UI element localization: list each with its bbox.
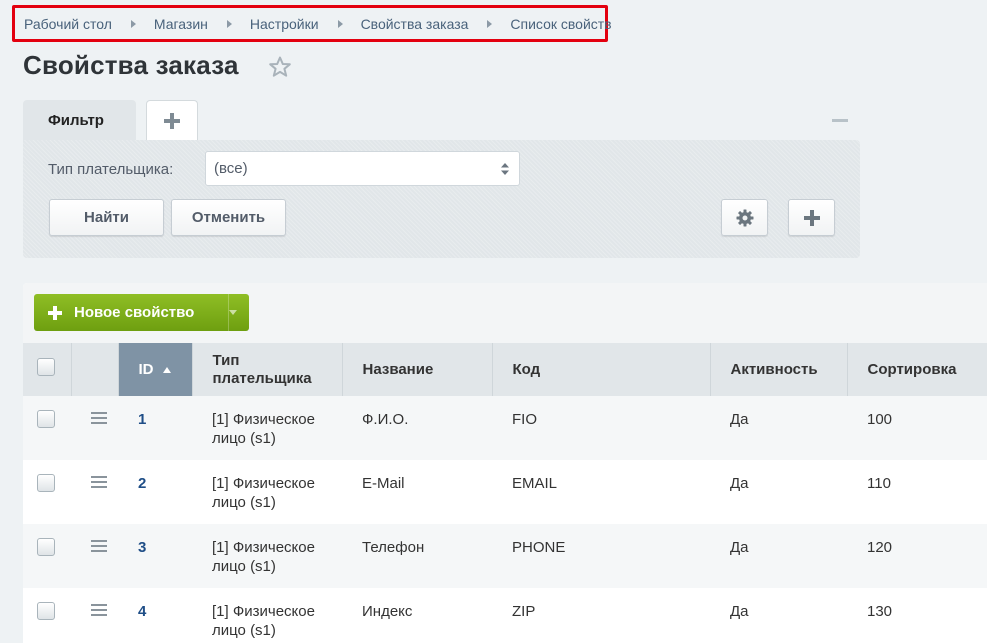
filter-panel: Тип плательщика: (все) Найти Отменить: [23, 140, 860, 258]
sort-ascending-icon: [162, 366, 171, 373]
column-header-code[interactable]: Код: [492, 343, 711, 396]
row-payer-type: [1] Физическое: [212, 539, 315, 556]
row-payer-type: лицо (s1): [212, 558, 276, 575]
select-arrows-icon: [501, 163, 509, 175]
row-name: E-Mail: [362, 475, 405, 492]
payer-type-select[interactable]: (все): [205, 151, 520, 186]
star-icon[interactable]: [268, 55, 292, 79]
row-payer-type: [1] Физическое: [212, 603, 315, 620]
breadcrumb-separator-icon: [130, 19, 136, 28]
row-payer-type: лицо (s1): [212, 494, 276, 511]
row-payer-type: [1] Физическое: [212, 475, 315, 492]
row-menu-icon[interactable]: [91, 540, 107, 552]
table-row[interactable]: 1 [1] Физическое лицо (s1) Ф.И.О. FIO Да …: [23, 396, 987, 460]
row-code: ZIP: [512, 603, 536, 620]
payer-type-label: Тип плательщика:: [48, 161, 174, 178]
table-row[interactable]: 3 [1] Физическое лицо (s1) Телефон PHONE …: [23, 524, 987, 588]
select-all-checkbox[interactable]: [37, 358, 55, 376]
column-header-payer-type[interactable]: Тип плательщика: [192, 343, 343, 396]
row-id-link[interactable]: 4: [138, 603, 146, 620]
row-checkbox[interactable]: [37, 538, 55, 556]
cancel-button[interactable]: Отменить: [171, 199, 286, 236]
payer-type-value: (все): [214, 160, 248, 177]
properties-table: ID Тип плательщика Название Код Активност…: [23, 343, 987, 643]
row-active: Да: [730, 411, 749, 428]
row-id-link[interactable]: 2: [138, 475, 146, 492]
row-sort: 130: [867, 603, 893, 620]
menu-column-header: [71, 343, 119, 396]
add-filter-field-button[interactable]: [788, 199, 835, 236]
plus-icon: [164, 112, 180, 129]
new-property-label: Новое свойство: [74, 304, 195, 321]
filter-settings-button[interactable]: [721, 199, 768, 236]
filter-tab[interactable]: Фильтр: [23, 100, 136, 141]
chevron-down-icon[interactable]: [229, 310, 237, 315]
row-name: Телефон: [362, 539, 425, 556]
minimize-icon[interactable]: [832, 119, 848, 122]
column-header-active[interactable]: Активность: [710, 343, 848, 396]
row-menu-icon[interactable]: [91, 476, 107, 488]
row-code: EMAIL: [512, 475, 558, 492]
row-checkbox[interactable]: [37, 474, 55, 492]
row-active: Да: [730, 539, 749, 556]
gear-icon: [736, 209, 753, 226]
row-active: Да: [730, 603, 749, 620]
row-payer-type: [1] Физическое: [212, 411, 315, 428]
row-menu-icon[interactable]: [91, 604, 107, 616]
find-button[interactable]: Найти: [49, 199, 164, 236]
breadcrumb-property-list[interactable]: Список свойств: [510, 16, 611, 32]
breadcrumb-separator-icon: [337, 19, 343, 28]
row-code: PHONE: [512, 539, 566, 556]
row-name: Ф.И.О.: [362, 411, 409, 428]
column-header-name[interactable]: Название: [342, 343, 493, 396]
select-all-header: [23, 343, 72, 396]
breadcrumb-desktop[interactable]: Рабочий стол: [24, 16, 112, 32]
add-filter-tab-button[interactable]: [146, 100, 198, 140]
breadcrumb-shop[interactable]: Магазин: [154, 16, 208, 32]
row-sort: 110: [867, 475, 891, 492]
row-id-link[interactable]: 3: [138, 539, 146, 556]
row-checkbox[interactable]: [37, 602, 55, 620]
row-code: FIO: [512, 411, 537, 428]
breadcrumb-separator-icon: [226, 19, 232, 28]
plus-icon: [48, 305, 62, 320]
row-payer-type: лицо (s1): [212, 622, 276, 639]
breadcrumb-settings[interactable]: Настройки: [250, 16, 319, 32]
plus-icon: [803, 209, 820, 226]
row-checkbox[interactable]: [37, 410, 55, 428]
row-name: Индекс: [362, 603, 413, 620]
breadcrumb: Рабочий стол Магазин Настройки Свойства …: [12, 5, 612, 42]
properties-grid: Новое свойство ID Тип плательщика Названи…: [23, 283, 987, 643]
column-header-id[interactable]: ID: [118, 343, 193, 396]
breadcrumb-separator-icon: [487, 19, 493, 28]
page-title: Свойства заказа: [23, 50, 239, 80]
grid-toolbar: Новое свойство: [23, 283, 987, 343]
column-header-sort[interactable]: Сортировка: [847, 343, 987, 396]
row-menu-icon[interactable]: [91, 412, 107, 424]
breadcrumb-order-properties[interactable]: Свойства заказа: [361, 16, 469, 32]
row-sort: 120: [867, 539, 893, 556]
row-active: Да: [730, 475, 749, 492]
row-payer-type: лицо (s1): [212, 430, 276, 447]
table-row[interactable]: 4 [1] Физическое лицо (s1) Индекс ZIP Да …: [23, 588, 987, 643]
row-sort: 100: [867, 411, 893, 428]
row-id-link[interactable]: 1: [138, 411, 146, 428]
table-header-row: ID Тип плательщика Название Код Активност…: [23, 343, 987, 396]
table-row[interactable]: 2 [1] Физическое лицо (s1) E-Mail EMAIL Д…: [23, 460, 987, 524]
new-property-button[interactable]: Новое свойство: [34, 294, 249, 331]
